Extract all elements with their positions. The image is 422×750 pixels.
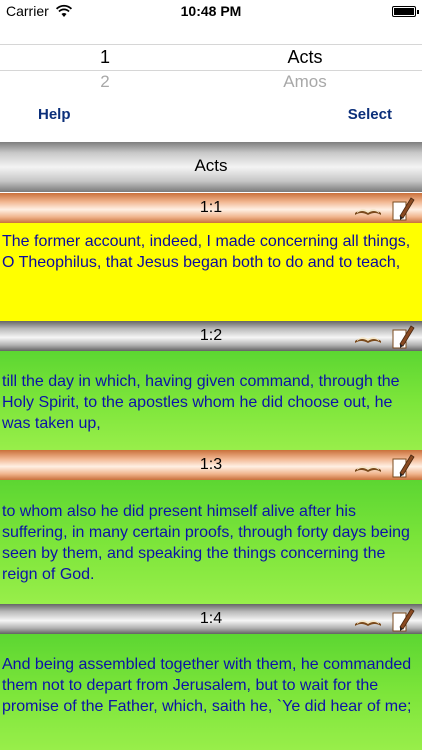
- picker-divider: [0, 70, 422, 71]
- verse-text: The former account, indeed, I made conce…: [0, 223, 422, 321]
- verse-header: 1:4: [0, 604, 422, 634]
- picker-book-selected[interactable]: Acts: [250, 47, 360, 68]
- clock: 10:48 PM: [180, 3, 242, 19]
- help-button[interactable]: Help: [38, 106, 71, 123]
- picker-chapter-selected[interactable]: 1: [55, 47, 155, 68]
- pen-icon[interactable]: [392, 324, 416, 349]
- status-bar: Carrier 10:48 PM: [0, 0, 422, 24]
- picker-book-option[interactable]: Amos: [250, 72, 360, 92]
- battery-icon: [392, 6, 419, 17]
- verse-header: 1:2: [0, 321, 422, 351]
- select-button[interactable]: Select: [348, 106, 392, 123]
- book-title: Acts: [194, 156, 228, 175]
- book-title-bar: Acts: [0, 142, 422, 192]
- verse-text: till the day in which, having given comm…: [0, 351, 422, 450]
- picker-chapter-option[interactable]: 2: [55, 72, 155, 92]
- verse-header: 1:1: [0, 193, 422, 223]
- pen-icon[interactable]: [392, 453, 416, 478]
- pen-icon[interactable]: [392, 196, 416, 221]
- verse-text: to whom also he did present himself aliv…: [0, 480, 422, 604]
- verse-text: And being assembled together with them, …: [0, 634, 422, 750]
- open-book-icon[interactable]: [354, 202, 382, 216]
- picker-divider: [0, 44, 422, 45]
- open-book-icon[interactable]: [354, 459, 382, 473]
- open-book-icon[interactable]: [354, 330, 382, 344]
- book-chapter-picker[interactable]: 1 Acts 2 Amos: [0, 44, 422, 98]
- verse-header: 1:3: [0, 450, 422, 480]
- open-book-icon[interactable]: [354, 613, 382, 627]
- pen-icon[interactable]: [392, 607, 416, 632]
